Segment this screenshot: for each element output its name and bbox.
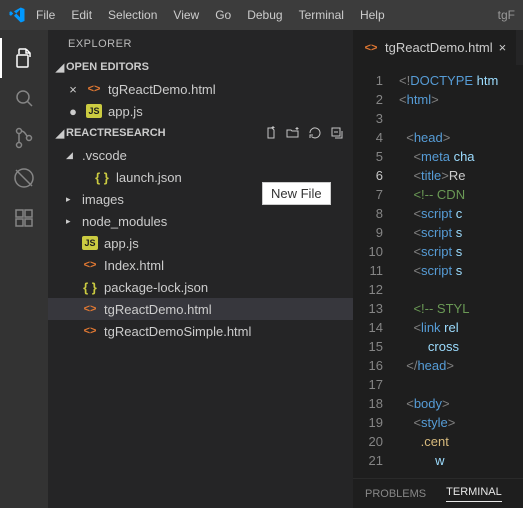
- html-file-icon: <>: [82, 257, 98, 273]
- file-label: tgReactDemo.html: [108, 82, 216, 97]
- menu-edit[interactable]: Edit: [71, 8, 92, 22]
- js-file-icon: JS: [82, 236, 98, 250]
- code-editor[interactable]: 123456789101112131415161718192021 <!DOCT…: [353, 65, 523, 478]
- collapse-all-icon[interactable]: [329, 125, 345, 141]
- chevron-down-icon: ◢: [66, 150, 76, 161]
- tab-label: tgReactDemo.html: [385, 40, 493, 55]
- open-editors-label: OPEN EDITORS: [66, 61, 149, 73]
- open-editor-item[interactable]: × <> tgReactDemo.html: [48, 78, 353, 100]
- dirty-indicator: ×: [66, 82, 80, 97]
- file-label: launch.json: [116, 170, 182, 185]
- menu-file[interactable]: File: [36, 8, 55, 22]
- js-file-icon: JS: [86, 104, 102, 118]
- panel-tab-problems[interactable]: PROBLEMS: [365, 488, 426, 500]
- tooltip-new-file: New File: [262, 182, 331, 205]
- search-tab-icon[interactable]: [0, 78, 48, 118]
- file-item[interactable]: JS app.js: [48, 232, 353, 254]
- html-file-icon: <>: [82, 301, 98, 317]
- refresh-icon[interactable]: [307, 125, 323, 141]
- menu-go[interactable]: Go: [215, 8, 231, 22]
- folder-item[interactable]: ▸ node_modules: [48, 210, 353, 232]
- titlebar: File Edit Selection View Go Debug Terminal Help…: [0, 0, 523, 30]
- folder-label: .vscode: [82, 148, 127, 163]
- editor-tabs: <> tgReactDemo.html ×: [353, 30, 523, 65]
- file-item[interactable]: { } package-lock.json: [48, 276, 353, 298]
- extensions-tab-icon[interactable]: [0, 198, 48, 238]
- menu-selection[interactable]: Selection: [108, 8, 157, 22]
- file-item[interactable]: <> tgReactDemoSimple.html: [48, 320, 353, 342]
- menu-debug[interactable]: Debug: [247, 8, 282, 22]
- panel-bar: PROBLEMS TERMINAL: [353, 478, 523, 508]
- chevron-down-icon: ◢: [54, 127, 66, 140]
- debug-tab-icon[interactable]: [0, 158, 48, 198]
- menu-help[interactable]: Help: [360, 8, 385, 22]
- html-file-icon: <>: [86, 81, 102, 97]
- scm-tab-icon[interactable]: [0, 118, 48, 158]
- chevron-right-icon: ▸: [66, 194, 76, 205]
- json-file-icon: { }: [82, 279, 98, 295]
- folder-item[interactable]: ◢ .vscode: [48, 144, 353, 166]
- file-label: app.js: [104, 236, 139, 251]
- folder-header[interactable]: ◢ REACTRESEARCH: [48, 122, 353, 144]
- panel-tab-terminal[interactable]: TERMINAL: [446, 486, 502, 502]
- html-file-icon: <>: [82, 323, 98, 339]
- file-item[interactable]: <> Index.html: [48, 254, 353, 276]
- json-file-icon: { }: [94, 169, 110, 185]
- file-label: app.js: [108, 104, 143, 119]
- file-label: Index.html: [104, 258, 164, 273]
- editor-tab[interactable]: <> tgReactDemo.html ×: [353, 30, 517, 65]
- menu-terminal[interactable]: Terminal: [299, 8, 344, 22]
- chevron-right-icon: ▸: [66, 216, 76, 227]
- menu-bar: File Edit Selection View Go Debug Terminal Help: [36, 8, 385, 22]
- file-label: tgReactDemo.html: [104, 302, 212, 317]
- open-editors-header[interactable]: ◢ OPEN EDITORS: [48, 56, 353, 78]
- folder-tree: ◢ .vscode { } launch.json ▸ images ▸ node_modul…: [48, 144, 353, 342]
- folder-actions: [263, 125, 345, 141]
- file-label: tgReactDemoSimple.html: [104, 324, 251, 339]
- activity-bar: [0, 30, 48, 508]
- sidebar-title: EXPLORER: [48, 30, 353, 56]
- folder-label: node_modules: [82, 214, 167, 229]
- new-folder-icon[interactable]: [285, 125, 301, 141]
- title-text: tgF: [498, 8, 515, 22]
- open-editors-list: × <> tgReactDemo.html ● JS app.js: [48, 78, 353, 122]
- open-editor-item[interactable]: ● JS app.js: [48, 100, 353, 122]
- sidebar: EXPLORER ◢ OPEN EDITORS × <> tgReactDemo.h…: [48, 30, 353, 508]
- folder-label: images: [82, 192, 124, 207]
- line-numbers: 123456789101112131415161718192021: [353, 65, 393, 478]
- dirty-indicator: ●: [66, 104, 80, 119]
- code-content[interactable]: <!DOCTYPE htm<html> <head> <meta cha <ti…: [393, 65, 498, 478]
- chevron-down-icon: ◢: [54, 61, 66, 74]
- file-label: package-lock.json: [104, 280, 208, 295]
- html-file-icon: <>: [363, 40, 379, 56]
- folder-title: REACTRESEARCH: [66, 127, 166, 139]
- close-tab-icon[interactable]: ×: [499, 40, 507, 55]
- new-file-icon[interactable]: [263, 125, 279, 141]
- file-item[interactable]: <> tgReactDemo.html: [48, 298, 353, 320]
- editor-area: <> tgReactDemo.html × 123456789101112131…: [353, 30, 523, 508]
- explorer-tab-icon[interactable]: [0, 38, 48, 78]
- vscode-logo: [8, 6, 36, 24]
- menu-view[interactable]: View: [173, 8, 199, 22]
